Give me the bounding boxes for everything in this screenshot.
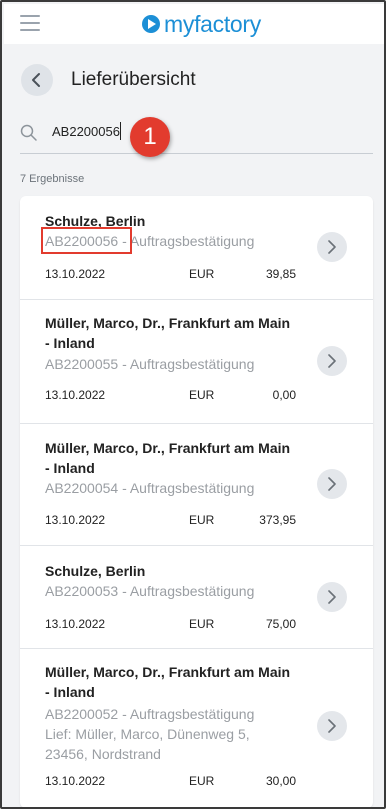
list-item[interactable]: Müller, Marco, Dr., Frankfurt am Main - … [20, 424, 373, 546]
order-date: 13.10.2022 [45, 388, 106, 402]
currency: EUR [189, 267, 215, 281]
step-badge: 1 [130, 117, 170, 157]
chevron-right-icon[interactable] [317, 711, 347, 741]
hamburger-menu-icon[interactable] [20, 15, 42, 33]
customer-name: Müller, Marco, Dr., Frankfurt am Main - … [45, 664, 291, 700]
play-logo-icon [142, 15, 160, 33]
list-item[interactable]: Schulze, Berlin AB2200053 - Auftragsbest… [20, 546, 373, 649]
highlight-box [41, 227, 132, 254]
document-number: AB2200052 - Auftragsbestätigung Lief: Mü… [45, 706, 255, 762]
order-date: 13.10.2022 [45, 617, 106, 631]
logo-prefix: my [164, 10, 195, 37]
chevron-right-icon[interactable] [317, 469, 347, 499]
results-list: Schulze, Berlin AB2200056 - Auftragsbest… [20, 196, 373, 807]
document-number: AB2200054 - Auftragsbestätigung [45, 480, 255, 496]
list-item[interactable]: Schulze, Berlin AB2200056 - Auftragsbest… [20, 196, 373, 300]
document-number: AB2200053 - Auftragsbestätigung [45, 583, 255, 599]
amount: 0,00 [272, 388, 296, 402]
amount: 30,00 [265, 774, 296, 788]
result-count: 7 Ergebnisse [20, 173, 85, 185]
chevron-right-icon[interactable] [317, 582, 347, 612]
text-caret [120, 122, 121, 140]
list-item[interactable]: Müller, Marco, Dr., Frankfurt am Main - … [20, 300, 373, 424]
app-frame: myfactory Lieferübersicht 1 7 Ergebnisse… [0, 0, 386, 809]
order-date: 13.10.2022 [45, 513, 106, 527]
logo-suffix: factory [194, 10, 261, 37]
customer-name: Müller, Marco, Dr., Frankfurt am Main - … [45, 315, 291, 351]
currency: EUR [189, 774, 215, 788]
customer-name: Müller, Marco, Dr., Frankfurt am Main - … [45, 440, 291, 476]
amount: 75,00 [265, 617, 296, 631]
amount: 373,95 [259, 513, 296, 527]
top-bar: myfactory [4, 4, 384, 44]
currency: EUR [189, 513, 215, 527]
myfactory-logo: myfactory [142, 10, 261, 38]
back-button[interactable] [21, 64, 53, 96]
page-title: Lieferübersicht [71, 69, 196, 90]
chevron-right-icon[interactable] [317, 232, 347, 262]
chevron-left-icon [32, 73, 40, 87]
list-item[interactable]: Müller, Marco, Dr., Frankfurt am Main - … [20, 649, 373, 807]
order-date: 13.10.2022 [45, 774, 106, 788]
chevron-right-icon[interactable] [317, 346, 347, 376]
search-icon [20, 124, 37, 141]
currency: EUR [189, 617, 215, 631]
search-underline [20, 153, 373, 154]
amount: 39,85 [265, 267, 296, 281]
order-date: 13.10.2022 [45, 267, 106, 281]
document-number: AB2200055 - Auftragsbestätigung [45, 356, 255, 372]
currency: EUR [189, 388, 215, 402]
customer-name: Schulze, Berlin [45, 563, 146, 579]
